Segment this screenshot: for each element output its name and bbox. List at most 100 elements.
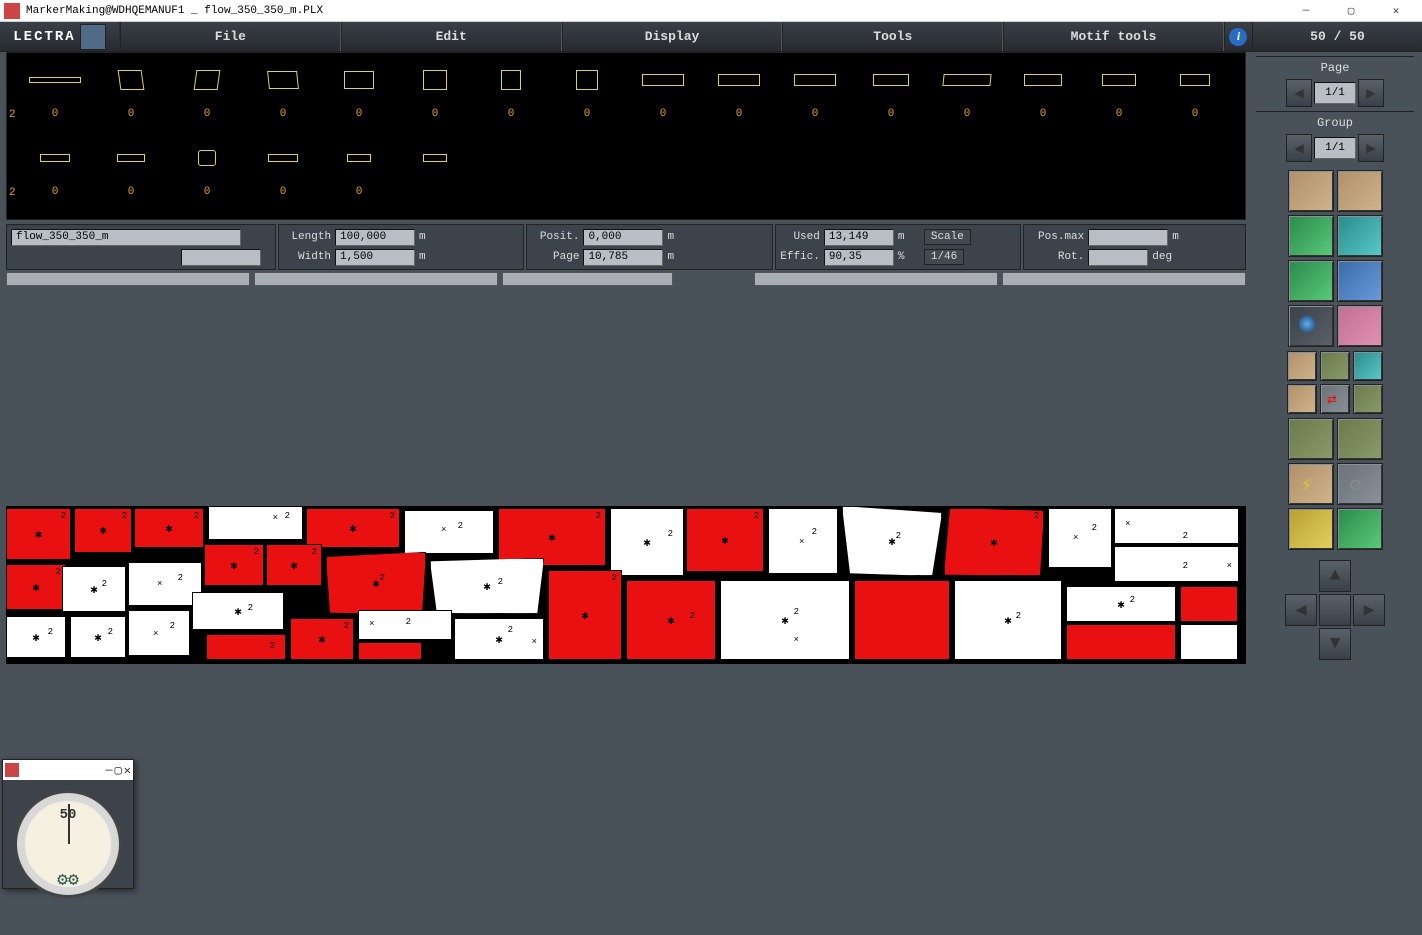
- marker-name-input[interactable]: [11, 229, 241, 246]
- bin-piece[interactable]: [929, 63, 1005, 97]
- marker-piece[interactable]: ×2: [768, 508, 838, 574]
- tool-auto-b[interactable]: ⚙: [1337, 463, 1383, 505]
- pan-up-button[interactable]: ▲: [1319, 560, 1351, 592]
- bin-piece[interactable]: [169, 63, 245, 97]
- window-close[interactable]: ✕: [1374, 1, 1418, 21]
- tool-align-left[interactable]: [1288, 215, 1334, 257]
- menu-edit[interactable]: Edit: [341, 22, 562, 51]
- marker-piece[interactable]: ✱2: [430, 558, 544, 614]
- menu-display[interactable]: Display: [562, 22, 783, 51]
- bin-piece[interactable]: [93, 141, 169, 175]
- marker-piece[interactable]: ×2: [358, 610, 452, 640]
- tool-arrange-up[interactable]: [1288, 170, 1334, 212]
- marker-piece[interactable]: ✱2: [626, 580, 716, 660]
- bin-piece[interactable]: [321, 63, 397, 97]
- tool-grid-c[interactable]: [1353, 351, 1383, 381]
- bin-piece[interactable]: [853, 63, 929, 97]
- bin-piece[interactable]: [245, 141, 321, 175]
- bin-piece[interactable]: [1157, 63, 1233, 97]
- pan-left-button[interactable]: ◀: [1285, 594, 1317, 626]
- marker-piece[interactable]: ✱2×: [454, 618, 544, 660]
- pan-right-button[interactable]: ▶: [1353, 594, 1385, 626]
- menu-motif-tools[interactable]: Motif tools: [1003, 22, 1224, 51]
- marker-piece[interactable]: ✱2: [306, 508, 400, 548]
- bin-piece[interactable]: [473, 63, 549, 97]
- info-button[interactable]: i: [1224, 22, 1252, 51]
- marker-piece[interactable]: ×2: [1114, 508, 1239, 544]
- bin-piece[interactable]: [1081, 63, 1157, 97]
- marker-piece[interactable]: ✱2: [290, 618, 354, 660]
- marker-piece[interactable]: ✱2: [548, 570, 622, 660]
- marker-piece[interactable]: ×2: [208, 506, 303, 540]
- tool-grid-a[interactable]: [1287, 351, 1317, 381]
- bin-piece[interactable]: [17, 63, 93, 97]
- tool-opt-a[interactable]: [1288, 418, 1334, 460]
- page-nav-input[interactable]: [1314, 82, 1356, 104]
- marker-piece[interactable]: ✱2×: [720, 580, 850, 660]
- marker-piece[interactable]: ✱2: [610, 508, 684, 576]
- tool-opt-b[interactable]: [1337, 418, 1383, 460]
- tool-step-b[interactable]: [1353, 384, 1383, 414]
- tool-step-a[interactable]: [1287, 384, 1317, 414]
- gauge-window[interactable]: — ▢ ✕ 50 ⚙⚙: [2, 759, 134, 889]
- marker-piece[interactable]: ×2: [404, 510, 494, 554]
- tool-move[interactable]: [1337, 305, 1383, 347]
- group-next-button[interactable]: ▶: [1358, 134, 1384, 162]
- group-prev-button[interactable]: ◀: [1286, 134, 1312, 162]
- used-input[interactable]: [824, 229, 894, 246]
- pan-down-button[interactable]: ▼: [1319, 628, 1351, 660]
- pan-center-button[interactable]: [1319, 594, 1351, 626]
- tool-spec-a[interactable]: [1288, 508, 1334, 550]
- width-input[interactable]: [335, 249, 415, 266]
- group-nav-input[interactable]: [1314, 137, 1356, 159]
- bin-piece[interactable]: [93, 63, 169, 97]
- tool-spec-b[interactable]: [1337, 508, 1383, 550]
- posit-input[interactable]: [583, 229, 663, 246]
- marker-piece[interactable]: ✱2: [1066, 586, 1176, 622]
- gauge-close[interactable]: ✕: [124, 763, 131, 778]
- gauge-minimize[interactable]: —: [105, 763, 112, 778]
- marker-piece[interactable]: ✱2: [134, 508, 204, 548]
- tool-zoom[interactable]: [1288, 305, 1334, 347]
- marker-piece[interactable]: ✱2: [686, 508, 764, 572]
- tool-auto-a[interactable]: ⚡: [1288, 463, 1334, 505]
- tool-flip[interactable]: [1337, 260, 1383, 302]
- effic-input[interactable]: [824, 249, 894, 266]
- marker-piece[interactable]: ✱2: [192, 592, 284, 630]
- piece-bin[interactable]: 2 2 0 0: [6, 52, 1246, 220]
- marker-piece[interactable]: ✱2: [62, 566, 126, 612]
- marker-piece[interactable]: ✱2: [842, 506, 942, 576]
- menu-file[interactable]: File: [120, 22, 341, 51]
- bin-piece[interactable]: [321, 141, 397, 175]
- window-minimize[interactable]: —: [1284, 1, 1328, 21]
- marker-piece[interactable]: ✱2: [70, 616, 126, 658]
- bin-piece[interactable]: [245, 63, 321, 97]
- marker-piece[interactable]: [854, 580, 950, 660]
- posmax-input[interactable]: [1088, 229, 1168, 246]
- marker-piece[interactable]: [1066, 624, 1176, 660]
- marker-piece[interactable]: ✱2: [266, 544, 322, 586]
- bin-piece[interactable]: [1005, 63, 1081, 97]
- page-prev-button[interactable]: ◀: [1286, 79, 1312, 107]
- tool-grid-b[interactable]: [1320, 351, 1350, 381]
- marker-piece[interactable]: ×2: [1048, 508, 1112, 568]
- bin-piece[interactable]: [701, 63, 777, 97]
- marker-piece[interactable]: ✱2: [6, 508, 71, 560]
- marker-piece[interactable]: ✱2: [6, 616, 66, 658]
- page-next-button[interactable]: ▶: [1358, 79, 1384, 107]
- bin-piece[interactable]: [169, 141, 245, 175]
- bin-piece[interactable]: [397, 63, 473, 97]
- marker-piece[interactable]: [1180, 586, 1238, 622]
- bin-piece[interactable]: [397, 141, 473, 175]
- length-input[interactable]: [335, 229, 415, 246]
- rot-input[interactable]: [1088, 249, 1148, 266]
- marker-piece[interactable]: ✱2: [498, 508, 606, 566]
- marker-piece[interactable]: ×2: [1114, 546, 1239, 582]
- tool-swap[interactable]: ⇄: [1320, 384, 1350, 414]
- marker-piece[interactable]: [358, 642, 422, 660]
- marker-piece[interactable]: ×2: [128, 562, 202, 606]
- page-input[interactable]: [583, 249, 663, 266]
- secondary-input[interactable]: [181, 249, 261, 266]
- marker-piece[interactable]: ✱2: [954, 580, 1062, 660]
- marker-canvas[interactable]: ✱2 ✱2 ✱2 ×2 ✱2 ×2 ✱2 ✱2 ✱2 ×2 ✱2 ✱2 ×2 ×…: [6, 288, 1246, 933]
